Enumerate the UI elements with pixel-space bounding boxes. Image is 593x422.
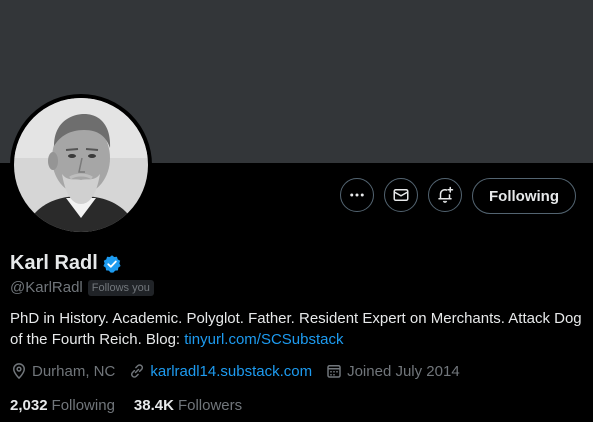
profile-handle-row: @KarlRadl Follows you bbox=[10, 279, 154, 296]
profile-stats: 2,032 Following 38.4K Followers bbox=[10, 397, 261, 414]
bio-link[interactable]: tinyurl.com/SCSubstack bbox=[184, 331, 343, 348]
profile-name: Karl Radl bbox=[10, 252, 98, 274]
following-stat[interactable]: 2,032 Following bbox=[10, 397, 115, 414]
joined-item: Joined July 2014 bbox=[325, 362, 460, 380]
joined-text: Joined July 2014 bbox=[347, 362, 460, 380]
followers-label: Followers bbox=[177, 397, 243, 414]
profile-name-row: Karl Radl bbox=[10, 252, 122, 275]
profile-bio: PhD in History. Academic. Polyglot. Fath… bbox=[10, 308, 585, 350]
verified-badge-icon[interactable] bbox=[102, 254, 122, 274]
more-button[interactable] bbox=[340, 178, 374, 212]
location-text: Durham, NC bbox=[32, 362, 116, 380]
website-item: karlradl14.substack.com bbox=[128, 362, 312, 380]
website-link[interactable]: karlradl14.substack.com bbox=[150, 363, 312, 380]
calendar-icon bbox=[327, 365, 341, 378]
mail-icon bbox=[393, 189, 409, 201]
location-icon bbox=[12, 363, 26, 380]
notify-button[interactable] bbox=[428, 178, 462, 212]
message-button[interactable] bbox=[384, 178, 418, 212]
following-button[interactable]: Following bbox=[472, 178, 576, 214]
following-count: 2,032 bbox=[10, 397, 48, 414]
link-icon bbox=[131, 364, 144, 378]
profile-actions: Following bbox=[0, 178, 593, 214]
followers-count: 38.4K bbox=[133, 397, 174, 414]
more-icon bbox=[350, 193, 364, 197]
location-item: Durham, NC bbox=[10, 362, 115, 380]
followers-stat[interactable]: 38.4K Followers bbox=[134, 397, 242, 414]
profile-handle: @KarlRadl bbox=[10, 279, 83, 296]
following-label: Following bbox=[51, 397, 115, 414]
bell-plus-icon bbox=[438, 186, 454, 203]
profile-avatar[interactable] bbox=[10, 94, 152, 236]
profile-meta: Durham, NC karlradl14.substack.com Joine… bbox=[10, 362, 473, 380]
follows-you-badge: Follows you bbox=[87, 279, 154, 296]
